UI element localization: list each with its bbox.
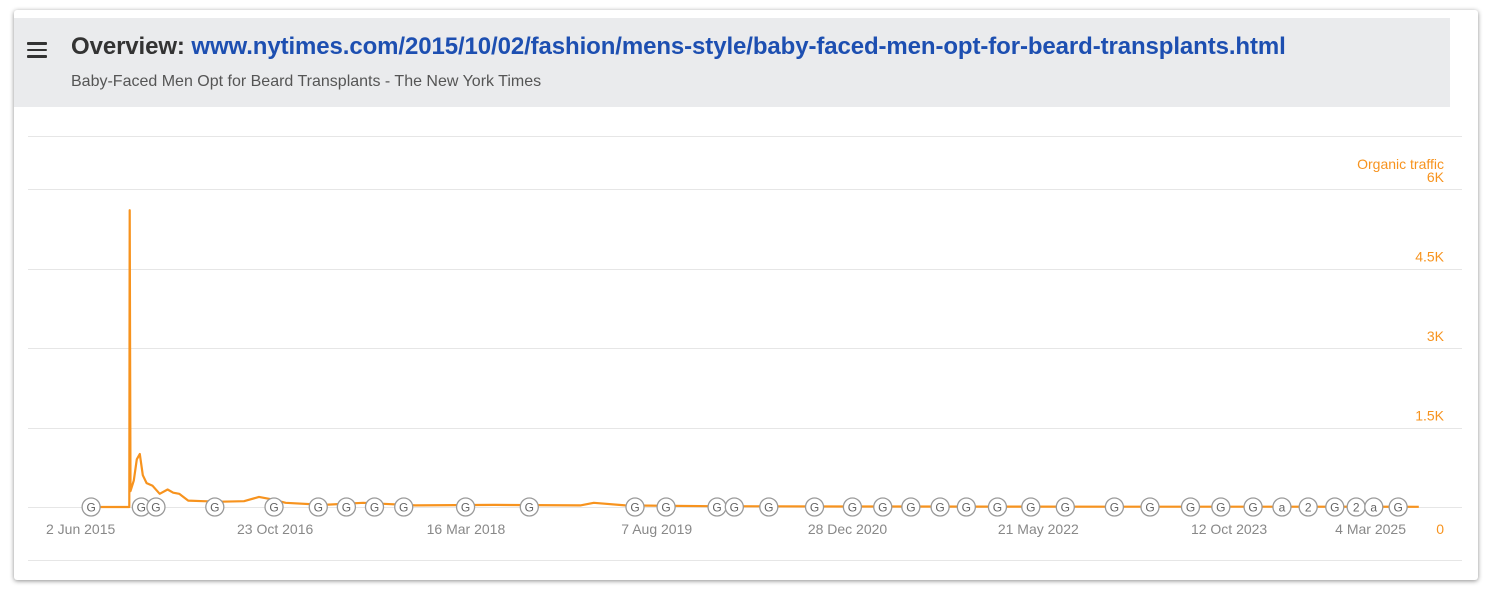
annotation-marker: G (956, 497, 976, 517)
annotation-marker: G (1021, 497, 1041, 517)
annotation-marker: G (455, 497, 476, 517)
series-axis-label: Organic traffic (1357, 156, 1444, 172)
annotation-marker: G (308, 497, 328, 517)
y-tick-label: 3K (1427, 328, 1445, 344)
annotation-marker-label: G (848, 501, 857, 515)
annotation-marker-label: a (1370, 501, 1377, 515)
annotation-marker-label: G (269, 501, 278, 515)
annotation-marker-label: G (810, 501, 819, 515)
annotation-marker-label: G (661, 501, 670, 515)
annotation-marker: G (759, 497, 779, 517)
annotation-marker: G (1325, 497, 1345, 517)
annotation-marker-label: G (1330, 501, 1339, 515)
annotation-marker: G (1055, 497, 1075, 517)
y-tick-label: 4.5K (1415, 249, 1444, 265)
annotation-marker-label: G (314, 501, 323, 515)
annotation-marker: 2 (1346, 497, 1366, 517)
annotation-marker-label: G (878, 501, 887, 515)
annotation-marker-label: G (370, 501, 379, 515)
annotation-marker: G (394, 497, 414, 517)
annotation-marker-label: G (712, 501, 721, 515)
annotation-marker: G (146, 497, 166, 517)
annotation-marker-label: G (630, 501, 639, 515)
annotation-marker: G (1104, 497, 1125, 517)
annotation-marker-label: G (1393, 501, 1402, 515)
annotation-marker-label: a (1279, 501, 1286, 515)
annotation-marker-label: G (730, 501, 739, 515)
annotation-marker-label: G (461, 501, 470, 515)
annotation-marker-label: G (962, 501, 971, 515)
annotation-marker-label: 2 (1353, 501, 1360, 515)
chart-line-layer (82, 209, 1419, 509)
annotation-marker-label: 2 (1305, 501, 1312, 515)
annotation-marker: G (1243, 497, 1263, 517)
x-tick-label: 28 Dec 2020 (808, 521, 888, 537)
annotation-marker: G (656, 497, 676, 517)
annotation-marker-label: G (151, 501, 160, 515)
annotation-marker: G (804, 497, 825, 517)
annotation-marker-label: G (1061, 501, 1070, 515)
annotation-marker-label: G (1216, 501, 1225, 515)
annotation-marker-label: G (137, 501, 146, 515)
annotation-marker-label: G (1145, 501, 1154, 515)
annotation-marker: G (264, 497, 284, 517)
annotation-marker: G (842, 497, 863, 517)
annotation-marker: a (1272, 497, 1292, 517)
series-line-organic-traffic (82, 209, 1419, 509)
organic-traffic-chart: GGGGGGGGGGGGGGGGGGGGGGGGGGGGGGa2G2aG 01.… (28, 136, 1462, 561)
annotation-marker-label: G (906, 501, 915, 515)
annotation-marker: G (1140, 497, 1160, 517)
annotation-marker-label: G (1026, 501, 1035, 515)
annotation-marker-label: G (399, 501, 408, 515)
annotation-marker: G (707, 497, 727, 517)
annotation-marker: G (901, 497, 921, 517)
annotation-marker: G (930, 497, 950, 517)
x-tick-label: 23 Oct 2016 (237, 521, 313, 537)
annotation-marker: G (625, 497, 645, 517)
annotation-marker: G (1211, 497, 1231, 517)
annotation-marker-label: G (1186, 501, 1195, 515)
annotation-marker: G (364, 497, 385, 517)
annotation-marker: a (1364, 497, 1384, 517)
x-tick-label: 12 Oct 2023 (1191, 521, 1267, 537)
annotation-marker: G (1180, 497, 1201, 517)
x-tick-label: 16 Mar 2018 (427, 521, 506, 537)
annotation-marker: 2 (1298, 497, 1318, 517)
annotation-marker-label: G (86, 501, 95, 515)
annotation-marker-label: G (993, 501, 1002, 515)
annotation-marker: G (519, 497, 539, 517)
annotation-marker: G (336, 497, 357, 517)
annotation-marker-label: G (525, 501, 534, 515)
x-tick-label: 2 Jun 2015 (46, 521, 115, 537)
x-tick-label: 7 Aug 2019 (621, 521, 692, 537)
annotation-marker-label: G (935, 501, 944, 515)
annotation-marker-label: G (342, 501, 351, 515)
annotation-marker-label: G (764, 501, 773, 515)
annotation-marker: G (81, 497, 101, 517)
annotation-marker-label: G (210, 501, 219, 515)
annotation-marker: G (205, 497, 225, 517)
chart-grid (28, 136, 1462, 561)
annotation-marker: G (987, 497, 1008, 517)
annotation-marker: G (724, 497, 744, 517)
y-tick-label: 0 (1436, 521, 1444, 537)
y-tick-label: 1.5K (1415, 408, 1444, 424)
annotation-marker-label: G (1110, 501, 1119, 515)
annotation-marker: G (873, 497, 893, 517)
annotation-marker-label: G (1248, 501, 1257, 515)
x-tick-label: 21 May 2022 (998, 521, 1079, 537)
chart-ticks: 01.5K3K4.5K6K2 Jun 2015 23 Oct 2016 16 Mar… (46, 169, 1445, 537)
x-tick-label: 4 Mar 2025 (1335, 521, 1406, 537)
annotation-marker: G (1388, 497, 1408, 517)
